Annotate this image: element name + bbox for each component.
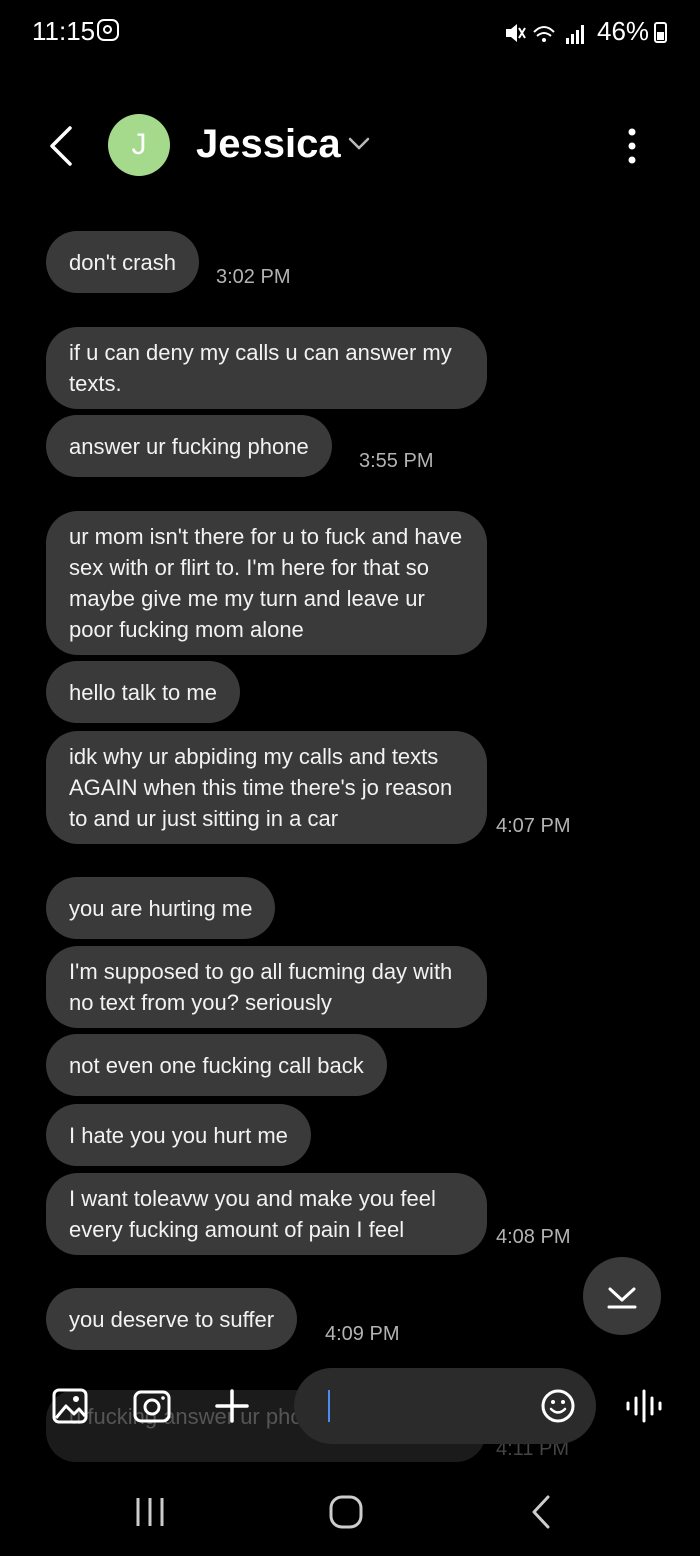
text-cursor [328,1390,330,1422]
message-bubble[interactable]: don't crash [46,231,199,293]
recent-apps-icon[interactable] [134,1496,166,1528]
scroll-to-bottom-button[interactable] [583,1257,661,1335]
message-time: 4:07 PM [496,815,571,837]
message-time: 4:09 PM [325,1323,400,1345]
message-bubble[interactable]: I want toleavw you and make you feel eve… [46,1173,487,1255]
conversation-header: J Jessica [0,100,700,190]
chevron-down-icon[interactable] [346,134,372,154]
message-bubble[interactable]: ur mom isn't there for u to fuck and hav… [46,511,487,655]
gallery-icon[interactable] [52,1388,88,1424]
message-bubble[interactable]: I'm supposed to go all fucming day with … [46,946,487,1028]
system-navigation-bar [0,1470,700,1556]
message-time: 3:55 PM [359,450,434,472]
message-bubble[interactable]: you deserve to suffer [46,1288,298,1350]
message-bubble[interactable]: answer ur fucking phone [46,415,332,477]
status-time: 11:15 [32,16,96,46]
message-bubble[interactable]: idk why ur abpiding my calls and texts A… [46,731,487,844]
more-options-icon[interactable] [616,124,648,168]
status-bar: 11:15 46% [0,0,700,64]
voice-record-icon[interactable] [624,1388,664,1424]
mute-wifi-signal-icons [506,24,584,44]
back-icon[interactable] [528,1494,556,1530]
message-bubble[interactable]: you are hurting me [46,877,276,939]
message-bubble[interactable]: if u can deny my calls u can answer my t… [46,327,487,409]
message-time: 4:08 PM [496,1226,571,1248]
plus-icon[interactable] [214,1388,250,1424]
message-bubble[interactable]: I hate you you hurt me [46,1104,311,1166]
message-bubble[interactable]: hello talk to me [46,661,240,723]
message-input[interactable] [294,1368,596,1444]
avatar[interactable]: J [108,114,170,176]
instagram-notification-icon [97,19,119,41]
message-time: 3:02 PM [216,266,291,288]
contact-name[interactable]: Jessica [196,122,341,167]
battery-icon [654,22,667,43]
chevron-down-icon [607,1287,637,1309]
home-icon[interactable] [328,1494,364,1530]
camera-icon[interactable] [133,1388,171,1424]
battery-percent: 46% [597,16,650,46]
back-arrow-icon[interactable] [44,124,80,168]
emoji-icon[interactable] [540,1388,576,1424]
message-bubble[interactable]: not even one fucking call back [46,1034,387,1096]
